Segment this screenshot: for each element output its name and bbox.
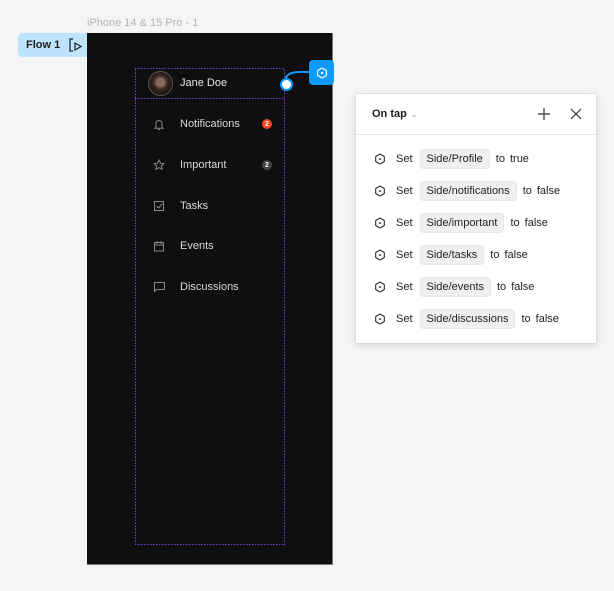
variable-icon	[375, 281, 385, 293]
profile-name: Jane Doe	[180, 77, 228, 89]
action-value[interactable]: false	[525, 217, 548, 229]
nav-label: Important	[180, 159, 227, 171]
variable-chip[interactable]: Side/Profile	[419, 149, 490, 169]
nav-item-important[interactable]: Important 2	[150, 157, 280, 173]
action-to: to	[510, 217, 520, 229]
action-to: to	[495, 153, 505, 165]
variable-chip[interactable]: Side/notifications	[419, 181, 517, 201]
action-to: to	[497, 281, 507, 293]
variable-icon	[375, 153, 385, 165]
chevron-down-icon: ⌄	[410, 109, 418, 119]
variable-chip[interactable]: Side/events	[419, 277, 491, 297]
action-row[interactable]: Set Side/Profile to true	[374, 149, 529, 169]
action-value[interactable]: false	[504, 249, 527, 261]
variable-icon	[375, 217, 385, 229]
nav-label: Events	[180, 240, 214, 252]
action-to: to	[490, 249, 500, 261]
nav-label: Tasks	[180, 200, 209, 212]
chat-icon	[150, 280, 168, 294]
action-to: to	[521, 313, 531, 325]
add-icon[interactable]	[536, 106, 552, 122]
nav-label: Notifications	[180, 118, 240, 130]
action-value[interactable]: true	[510, 153, 529, 165]
action-verb: Set	[396, 185, 413, 197]
play-flow-icon[interactable]	[69, 38, 83, 52]
notification-badge: 2	[262, 119, 272, 129]
action-row[interactable]: Set Side/important to false	[374, 213, 548, 233]
action-to: to	[522, 185, 532, 197]
variable-icon	[316, 66, 327, 79]
action-value[interactable]: false	[511, 281, 534, 293]
action-verb: Set	[396, 313, 413, 325]
flow-start-tag[interactable]: Flow 1	[18, 33, 87, 57]
variable-icon	[375, 185, 385, 197]
calendar-icon	[150, 239, 168, 253]
checkbox-icon	[150, 199, 168, 213]
action-row[interactable]: Set Side/discussions to false	[374, 309, 559, 329]
flow-label: Flow 1	[26, 39, 61, 51]
nav-item-events[interactable]: Events	[150, 238, 280, 254]
nav-label: Discussions	[180, 281, 239, 293]
action-row[interactable]: Set Side/events to false	[374, 277, 534, 297]
important-badge: 2	[262, 160, 272, 170]
nav-item-tasks[interactable]: Tasks	[150, 198, 280, 214]
avatar	[148, 71, 173, 96]
variable-chip[interactable]: Side/important	[419, 213, 505, 233]
nav-item-discussions[interactable]: Discussions	[150, 279, 280, 295]
frame-label[interactable]: iPhone 14 & 15 Pro - 1	[87, 17, 198, 29]
action-row[interactable]: Set Side/tasks to false	[374, 245, 528, 265]
trigger-label: On tap	[372, 108, 407, 120]
close-icon[interactable]	[568, 106, 584, 122]
panel-header: On tap ⌄	[356, 94, 596, 135]
bell-icon	[150, 117, 168, 131]
star-icon	[150, 158, 168, 172]
action-verb: Set	[396, 281, 413, 293]
action-value[interactable]: false	[536, 313, 559, 325]
action-value[interactable]: false	[537, 185, 560, 197]
connection-handle[interactable]	[280, 78, 293, 91]
action-row[interactable]: Set Side/notifications to false	[374, 181, 560, 201]
interaction-node[interactable]	[309, 60, 334, 85]
sidebar-selection[interactable]	[135, 68, 285, 545]
trigger-dropdown[interactable]: On tap ⌄	[372, 108, 418, 120]
variable-icon	[375, 313, 385, 325]
action-verb: Set	[396, 153, 413, 165]
action-verb: Set	[396, 249, 413, 261]
variable-chip[interactable]: Side/discussions	[419, 309, 516, 329]
variable-icon	[375, 249, 385, 261]
variable-chip[interactable]: Side/tasks	[419, 245, 485, 265]
nav-item-notifications[interactable]: Notifications 2	[150, 116, 280, 132]
action-verb: Set	[396, 217, 413, 229]
